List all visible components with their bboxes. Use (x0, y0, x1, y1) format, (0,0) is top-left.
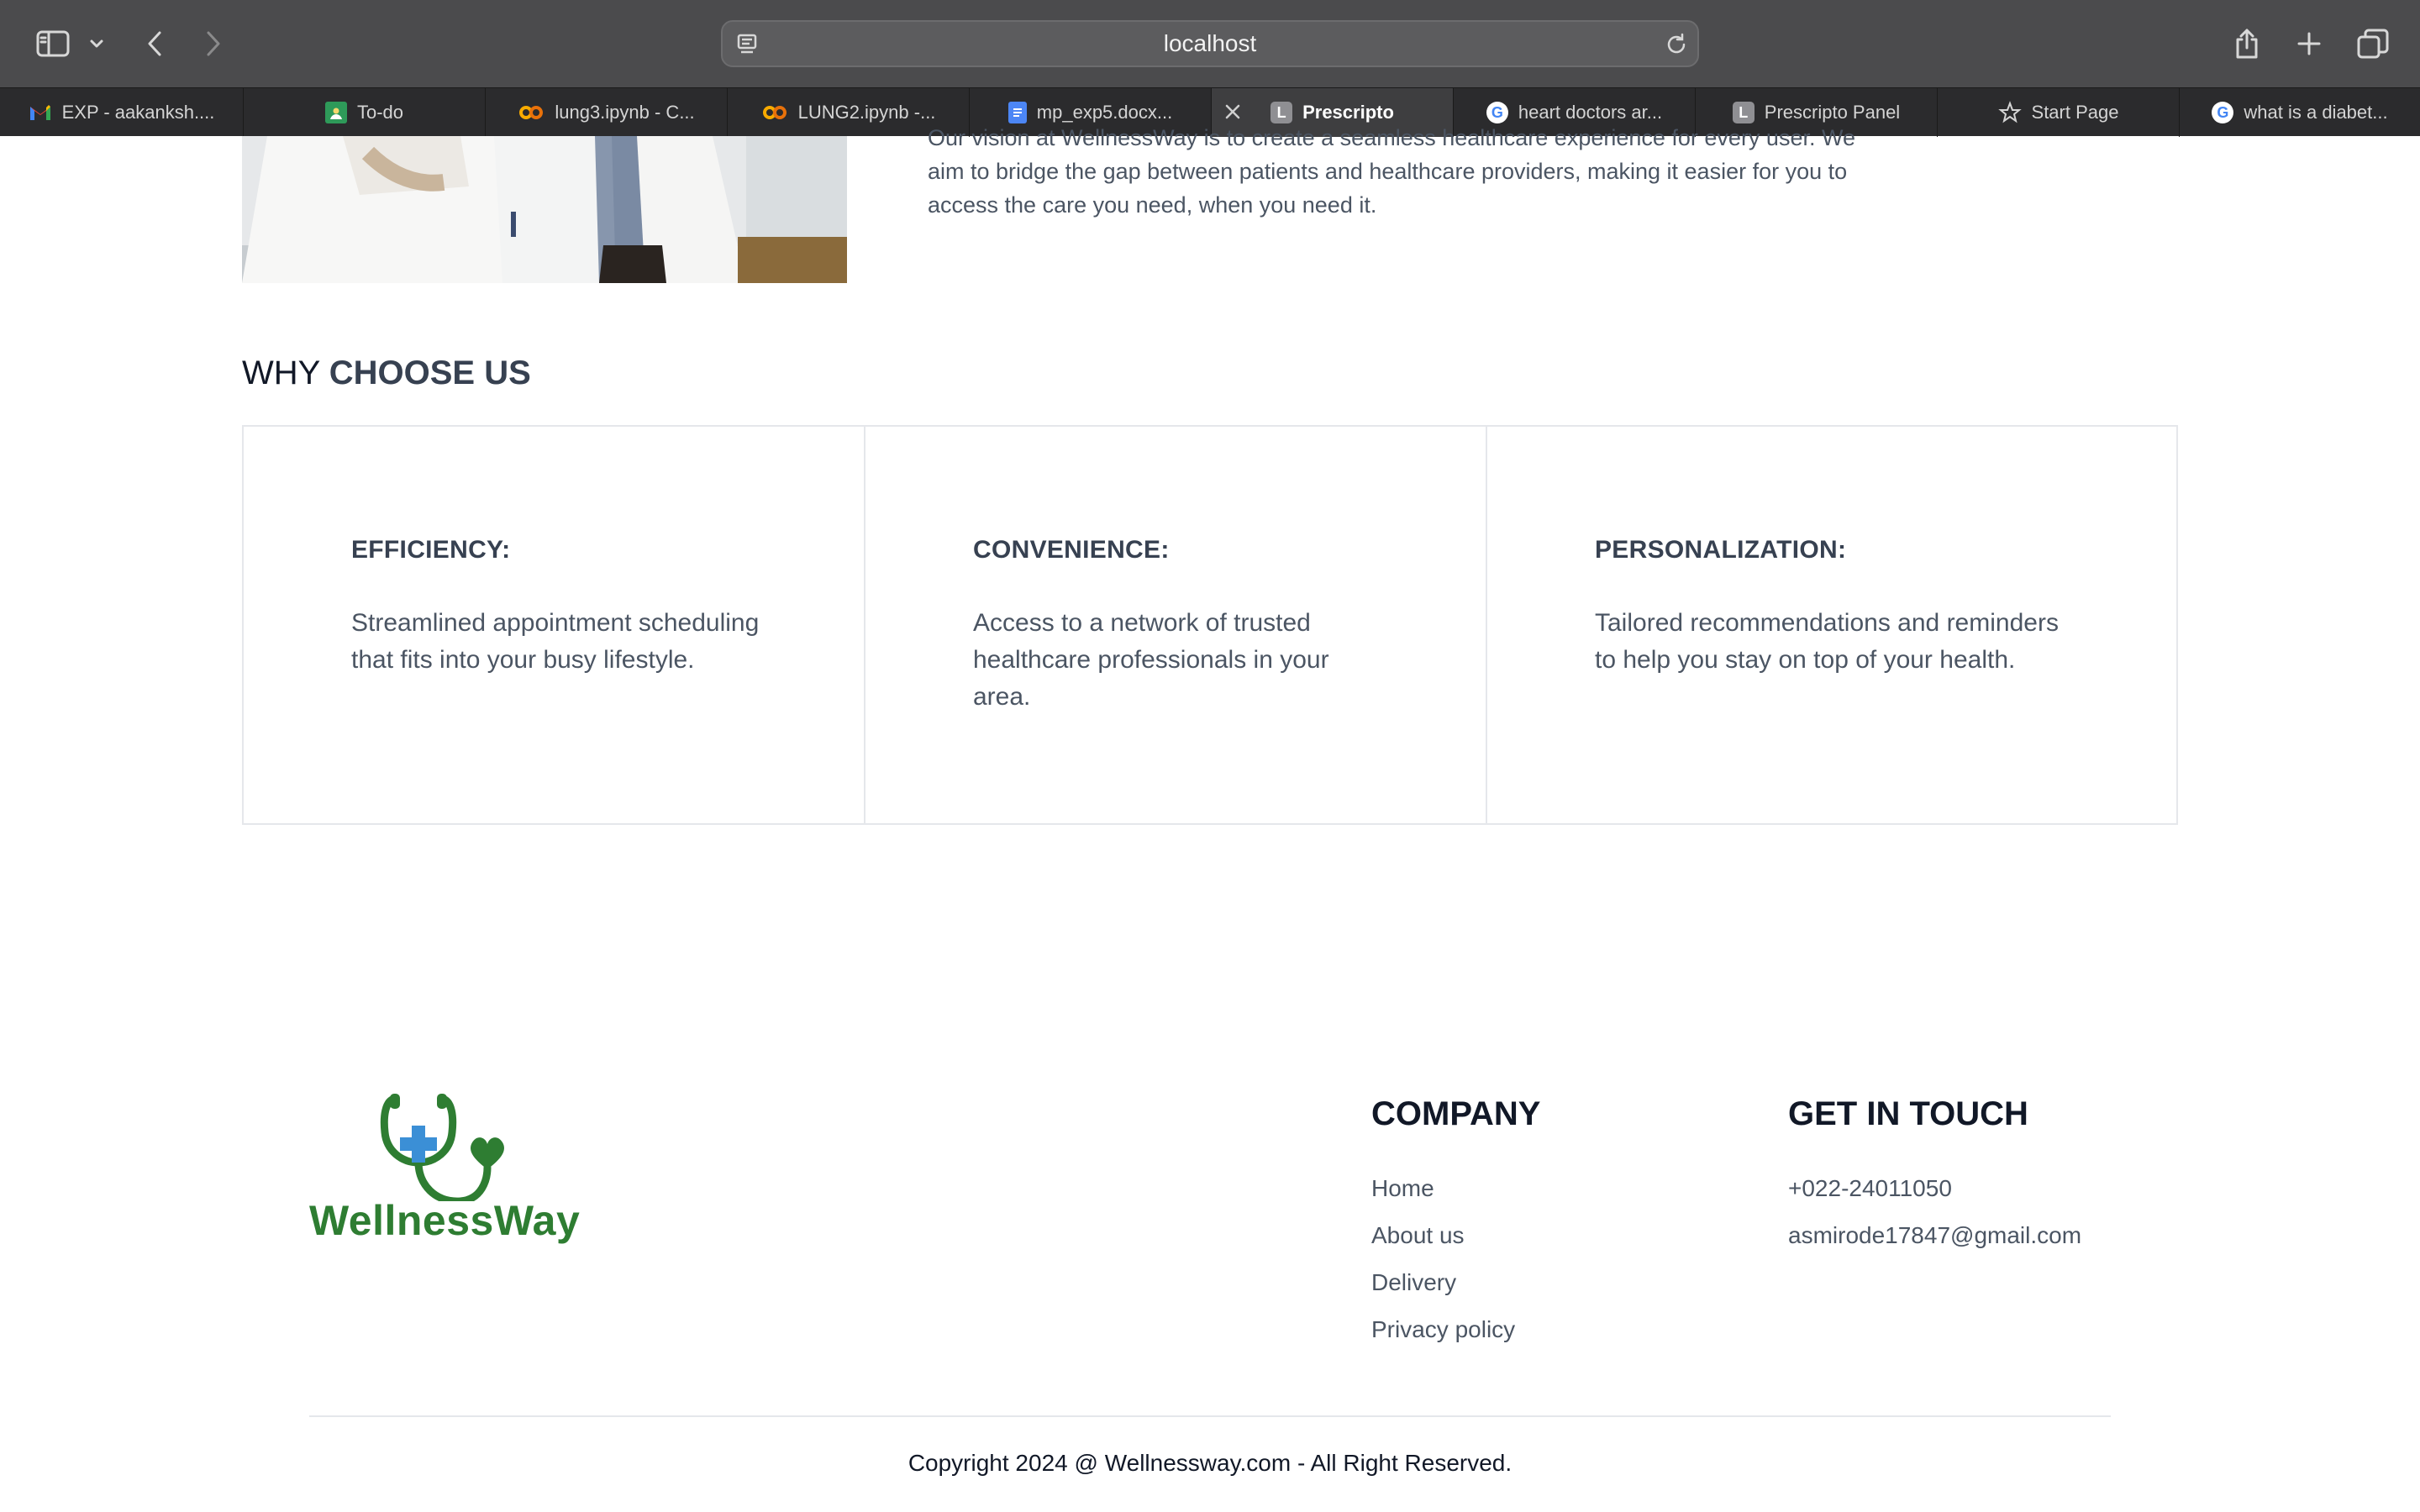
card-title: CONVENIENCE: (973, 536, 1170, 564)
sidebar-toggle-icon[interactable] (32, 22, 74, 66)
card-title: PERSONALIZATION: (1595, 536, 1847, 564)
star-icon (1997, 101, 2022, 123)
tab-label: EXP - aakanksh.... (61, 102, 215, 123)
why-title-bold: CHOOSE US (329, 354, 531, 391)
new-tab-plus-icon[interactable] (2292, 22, 2326, 66)
footer-link-delivery[interactable]: Delivery (1371, 1259, 1540, 1306)
card-title: EFFICIENCY: (351, 536, 511, 564)
why-choose-us-heading: WHY CHOOSE US (242, 354, 531, 392)
card-personalization[interactable]: PERSONALIZATION: Tailored recommendation… (1487, 427, 2176, 823)
browser-toolbar: localhost (0, 0, 2420, 87)
tab-label: Start Page (2031, 102, 2119, 123)
tab-label: lung3.ipynb - C... (555, 102, 695, 123)
address-bar[interactable]: localhost (721, 20, 1699, 67)
footer-email[interactable]: asmirode17847@gmail.com (1788, 1212, 2081, 1259)
colab-icon (519, 106, 544, 119)
card-text: Access to a network of trusted healthcar… (973, 609, 1329, 711)
footer-link-privacy[interactable]: Privacy policy (1371, 1306, 1540, 1353)
tab-todo[interactable]: To-do (244, 88, 486, 137)
tab-group-chevron-down-icon[interactable] (86, 22, 108, 66)
colab-icon (762, 106, 786, 119)
footer-link-home[interactable]: Home (1371, 1165, 1540, 1212)
why-choose-us-cards: EFFICIENCY: Streamlined appointment sche… (242, 425, 2178, 825)
chevron-left-icon (148, 31, 161, 56)
footer-contact-list: +022-24011050 asmirode17847@gmail.com (1788, 1165, 2081, 1259)
url-text: localhost (1163, 30, 1257, 56)
tab-lung3[interactable]: lung3.ipynb - C... (486, 88, 728, 137)
tab-overview-icon[interactable] (2354, 22, 2391, 66)
footer-company-links: Home About us Delivery Privacy policy (1371, 1165, 1540, 1353)
footer-contact-heading: GET IN TOUCH (1788, 1095, 2028, 1132)
vision-paragraph: Our vision at WellnessWay is to create a… (928, 125, 1855, 218)
footer-divider (309, 1415, 2111, 1417)
tab-diabetes[interactable]: G what is a diabet... (2180, 88, 2420, 137)
footer-link-about[interactable]: About us (1371, 1212, 1540, 1259)
logo-wordmark: WellnessWay (309, 1197, 581, 1244)
close-tab-icon[interactable] (1223, 102, 1242, 121)
page-settings-icon[interactable] (734, 32, 760, 57)
reload-icon[interactable] (1664, 32, 1689, 57)
footer-company-heading: COMPANY (1371, 1095, 1541, 1132)
footer-contact-column: GET IN TOUCH +022-24011050 asmirode17847… (1788, 1095, 2081, 1259)
gmail-icon (29, 105, 50, 120)
back-button[interactable] (139, 22, 170, 66)
card-efficiency[interactable]: EFFICIENCY: Streamlined appointment sche… (244, 427, 865, 823)
footer-company-column: COMPANY Home About us Delivery Privacy p… (1371, 1095, 1540, 1353)
google-icon: G (2212, 102, 2234, 123)
why-title-prefix: WHY (242, 354, 320, 391)
copyright-text: Copyright 2024 @ Wellnessway.com - All R… (908, 1450, 1512, 1476)
card-text: Tailored recommendations and reminders t… (1595, 609, 2059, 674)
card-text: Streamlined appointment scheduling that … (351, 609, 760, 674)
card-convenience[interactable]: CONVENIENCE: Access to a network of trus… (865, 427, 1487, 823)
tab-start-page[interactable]: Start Page (1938, 88, 2180, 137)
about-doctors-image (242, 136, 847, 283)
tab-label: LUNG2.ipynb -... (797, 102, 936, 123)
forward-button[interactable] (198, 22, 229, 66)
tab-label: To-do (356, 102, 404, 123)
tab-label: what is a diabet... (2244, 102, 2388, 123)
tab-gmail[interactable]: EXP - aakanksh.... (0, 88, 244, 137)
todo-icon (324, 102, 347, 123)
stethoscope-logo-icon (380, 1094, 504, 1205)
wellnessway-logo: WellnessWay (309, 1092, 587, 1244)
footer-phone[interactable]: +022-24011050 (1788, 1165, 2081, 1212)
share-icon[interactable] (2230, 22, 2264, 66)
chevron-right-icon (207, 31, 220, 56)
